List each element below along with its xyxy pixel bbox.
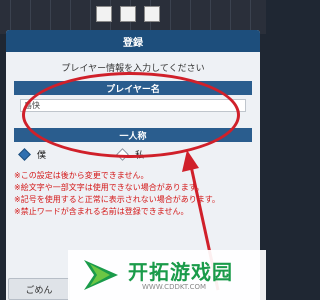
pronoun-option-label: 僕	[37, 151, 47, 161]
notes-list: ※この設定は後から変更できません。 ※絵文字や一部文字は使用できない場合がありま…	[14, 170, 252, 218]
note-item: ※絵文字や一部文字は使用できない場合があります。	[14, 183, 204, 192]
game-background	[0, 0, 266, 34]
pronoun-option-watashi[interactable]: 私	[116, 148, 145, 161]
pronoun-option-label: 私	[135, 151, 145, 161]
player-name-input[interactable]: 島快	[20, 99, 246, 112]
watermark: 开拓游戏园 WWW.CDDKT.COM	[68, 250, 266, 300]
note-item: ※記号を使用すると正常に表示されない場合があります。	[14, 195, 220, 204]
player-name-header: プレイヤー名	[14, 81, 252, 95]
note-item: ※禁止ワードが含まれる名前は登録できません。	[14, 207, 189, 216]
dialog-title: 登録	[6, 30, 260, 52]
background-tile	[144, 6, 160, 22]
radio-unselected-icon	[116, 148, 129, 161]
watermark-title: 开拓游戏园	[128, 260, 233, 284]
watermark-url: WWW.CDDKT.COM	[142, 283, 207, 291]
radio-selected-icon	[18, 148, 31, 161]
pronoun-options: 僕 私	[14, 142, 252, 164]
note-item: ※この設定は後から変更できません。	[14, 171, 149, 180]
pronoun-option-boku[interactable]: 僕	[18, 148, 47, 161]
cancel-button[interactable]: ごめん	[8, 278, 70, 300]
watermark-logo-icon	[84, 260, 118, 290]
pronoun-header: 一人称	[14, 128, 252, 142]
dialog-subtitle: プレイヤー情報を入力してください	[61, 64, 205, 74]
background-tile	[96, 6, 112, 22]
background-tile	[120, 6, 136, 22]
